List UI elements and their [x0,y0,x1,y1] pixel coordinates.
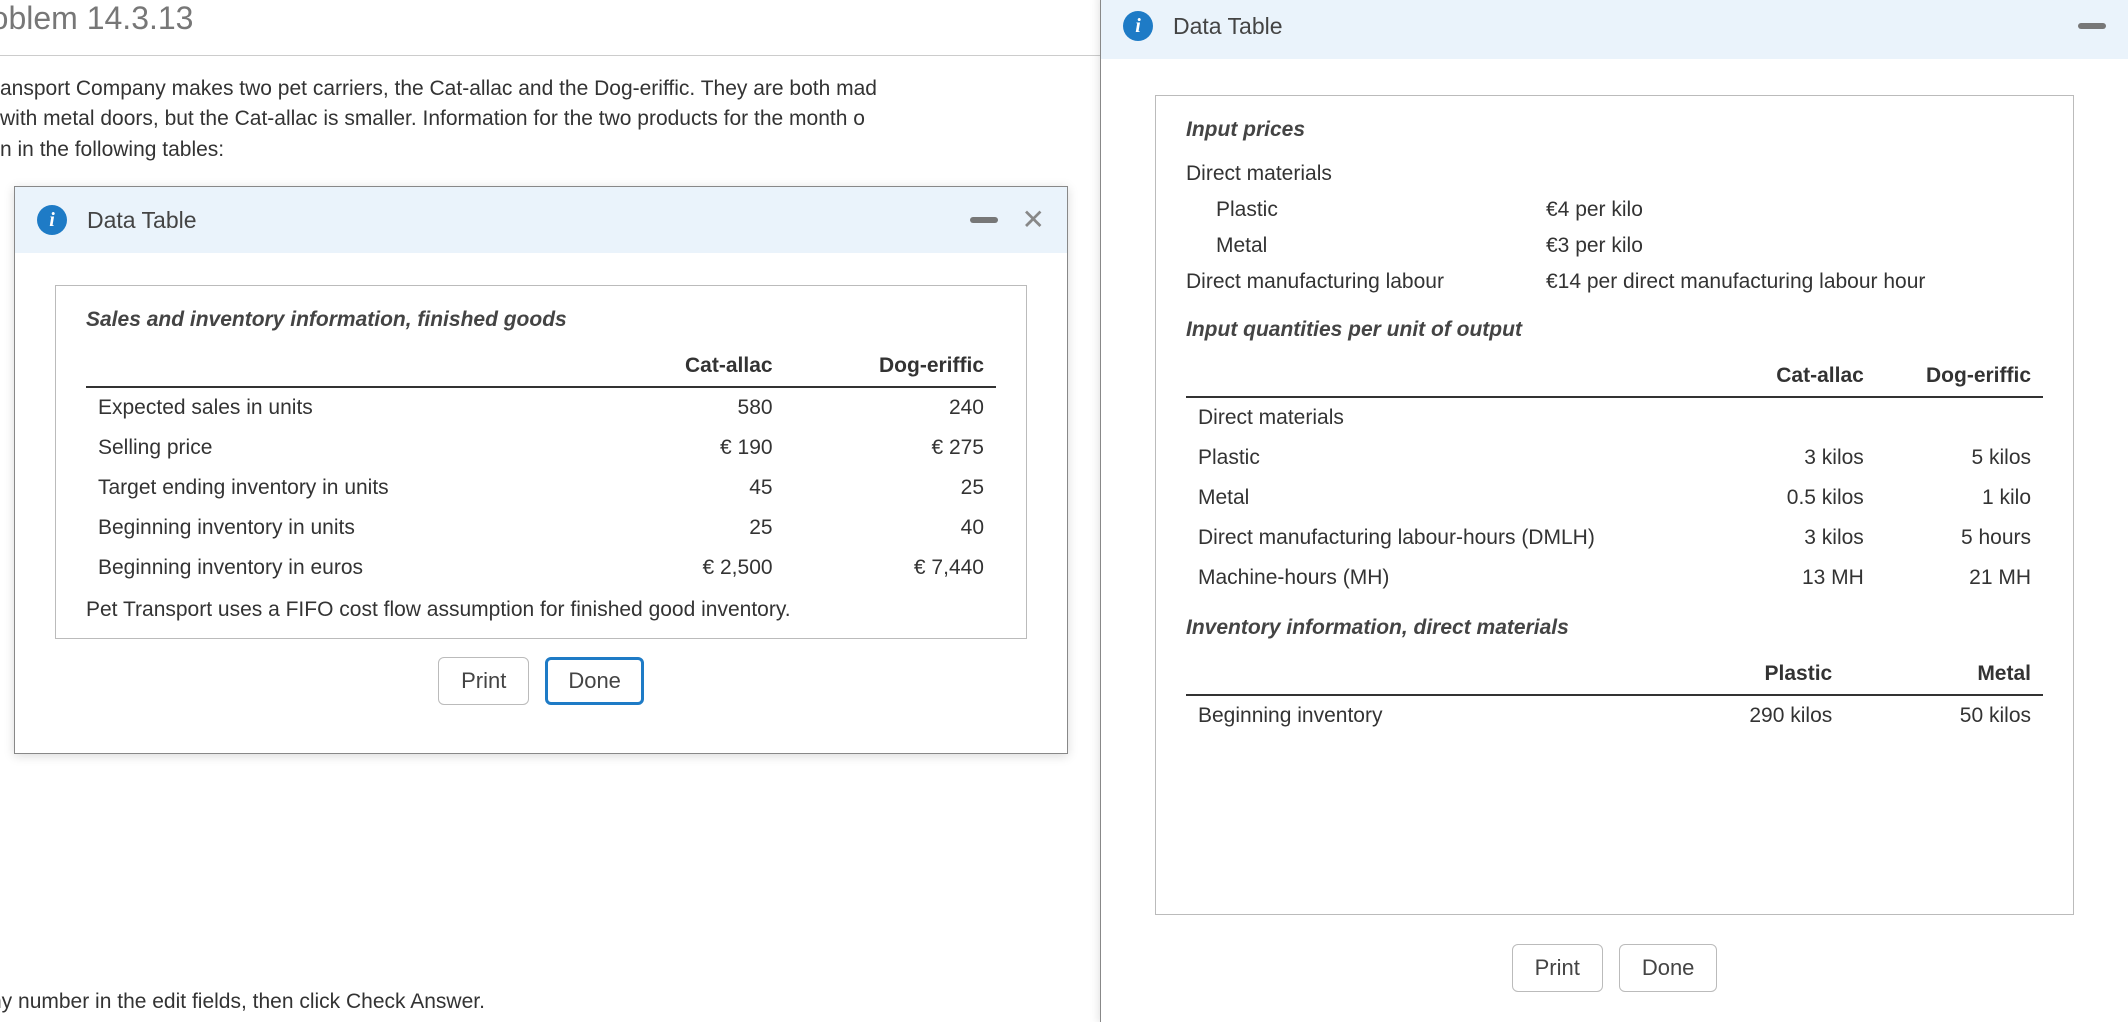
col-dogeriffic: Dog-eriffic [785,346,996,387]
price-row: Plastic €4 per kilo [1186,192,2043,228]
cell: 3 kilos [1731,518,1876,558]
table-row: Direct materials [1186,397,2043,438]
modal-header: i Data Table [1101,0,2128,59]
cell: 290 kilos [1621,695,1844,736]
cell: 3 kilos [1731,438,1876,478]
input-prices-title: Input prices [1186,118,2043,142]
table-row: Beginning inventory 290 kilos 50 kilos [1186,695,2043,736]
table-row: Beginning inventory in euros € 2,500 € 7… [86,548,996,588]
inventory-info-title: Inventory information, direct materials [1186,616,2043,640]
input-quantities-table: Cat-allac Dog-eriffic Direct materials P… [1186,356,2043,598]
cell: 1 kilo [1876,478,2043,518]
modal-title: Data Table [1173,13,1283,40]
minimize-icon[interactable] [2078,23,2106,29]
cell: 25 [602,508,785,548]
col-dogeriffic: Dog-eriffic [1876,356,2043,397]
row-label: Target ending inventory in units [86,468,602,508]
row-value: €14 per direct manufacturing labour hour [1546,270,1925,294]
done-button[interactable]: Done [1619,944,1718,992]
section-title: Sales and inventory information, finishe… [86,308,996,332]
page-title: roblem 14.3.13 [0,0,1100,56]
cell: 580 [602,387,785,428]
info-icon: i [1123,11,1153,41]
table-row: Beginning inventory in units 25 40 [86,508,996,548]
row-label: Machine-hours (MH) [1186,558,1731,598]
col-catallac: Cat-allac [602,346,785,387]
row-value: €4 per kilo [1546,198,1643,222]
cell: 5 hours [1876,518,2043,558]
cell: 25 [785,468,996,508]
table-row: Metal 0.5 kilos 1 kilo [1186,478,2043,518]
col-empty [86,346,602,387]
table-box: Sales and inventory information, finishe… [55,285,1027,639]
print-button[interactable]: Print [438,657,529,705]
col-catallac: Cat-allac [1731,356,1876,397]
data-table-modal-left: i Data Table ✕ Sales and inventory infor… [14,186,1068,754]
row-label: Plastic [1186,198,1546,222]
modal-footer: Print Done [1101,926,2128,1020]
table-row: Plastic 3 kilos 5 kilos [1186,438,2043,478]
row-label: Beginning inventory in units [86,508,602,548]
modal-footer: Print Done [55,639,1027,733]
cell: € 190 [602,428,785,468]
data-table-modal-right: i Data Table Input prices Direct materia… [1100,0,2128,1022]
row-label: Plastic [1186,438,1731,478]
table-row: Direct manufacturing labour-hours (DMLH)… [1186,518,2043,558]
sales-inventory-table: Cat-allac Dog-eriffic Expected sales in … [86,346,996,588]
cell: 40 [785,508,996,548]
problem-line-1: ansport Company makes two pet carriers, … [0,74,1100,104]
col-empty [1186,356,1731,397]
input-quantities-title: Input quantities per unit of output [1186,318,2043,342]
done-button[interactable]: Done [545,657,644,705]
row-label: Selling price [86,428,602,468]
print-button[interactable]: Print [1512,944,1603,992]
instruction-text: ny number in the edit fields, then click… [0,990,485,1014]
row-label: Metal [1186,478,1731,518]
problem-line-3: n in the following tables: [0,135,1100,165]
problem-page: roblem 14.3.13 ansport Company makes two… [0,0,1100,165]
col-empty [1186,654,1621,695]
table-row: Expected sales in units 580 240 [86,387,996,428]
row-label: Expected sales in units [86,387,602,428]
info-icon: i [37,205,67,235]
col-plastic: Plastic [1621,654,1844,695]
table-box: Input prices Direct materials Plastic €4… [1155,95,2074,915]
row-label: Metal [1186,234,1546,258]
inventory-info-table: Plastic Metal Beginning inventory 290 ki… [1186,654,2043,736]
cell: € 2,500 [602,548,785,588]
table-row: Selling price € 190 € 275 [86,428,996,468]
cell: € 7,440 [785,548,996,588]
row-label: Beginning inventory in euros [86,548,602,588]
modal-body: Input prices Direct materials Plastic €4… [1101,59,2128,929]
table-row: Target ending inventory in units 45 25 [86,468,996,508]
problem-text: ansport Company makes two pet carriers, … [0,56,1100,165]
cell: 0.5 kilos [1731,478,1876,518]
cell: 50 kilos [1844,695,2043,736]
modal-title: Data Table [87,207,197,234]
modal-controls: ✕ [970,206,1045,234]
minimize-icon[interactable] [970,217,998,223]
direct-materials-subhead: Direct materials [1186,397,1731,438]
modal-body: Sales and inventory information, finishe… [15,253,1067,753]
cell: 21 MH [1876,558,2043,598]
direct-materials-head: Direct materials [1186,156,2043,192]
col-metal: Metal [1844,654,2043,695]
cell: 45 [602,468,785,508]
cell: 240 [785,387,996,428]
problem-line-2: with metal doors, but the Cat-allac is s… [0,104,1100,134]
row-value: €3 per kilo [1546,234,1643,258]
row-label: Direct manufacturing labour [1186,270,1546,294]
row-label: Direct manufacturing labour-hours (DMLH) [1186,518,1731,558]
table-row: Machine-hours (MH) 13 MH 21 MH [1186,558,2043,598]
cell: € 275 [785,428,996,468]
row-label: Beginning inventory [1186,695,1621,736]
price-row: Metal €3 per kilo [1186,228,2043,264]
cell: 5 kilos [1876,438,2043,478]
fifo-note: Pet Transport uses a FIFO cost flow assu… [86,598,996,622]
cell: 13 MH [1731,558,1876,598]
close-icon[interactable]: ✕ [1022,206,1045,234]
modal-header: i Data Table ✕ [15,187,1067,253]
modal-controls [2078,23,2106,29]
dml-row: Direct manufacturing labour €14 per dire… [1186,264,2043,300]
